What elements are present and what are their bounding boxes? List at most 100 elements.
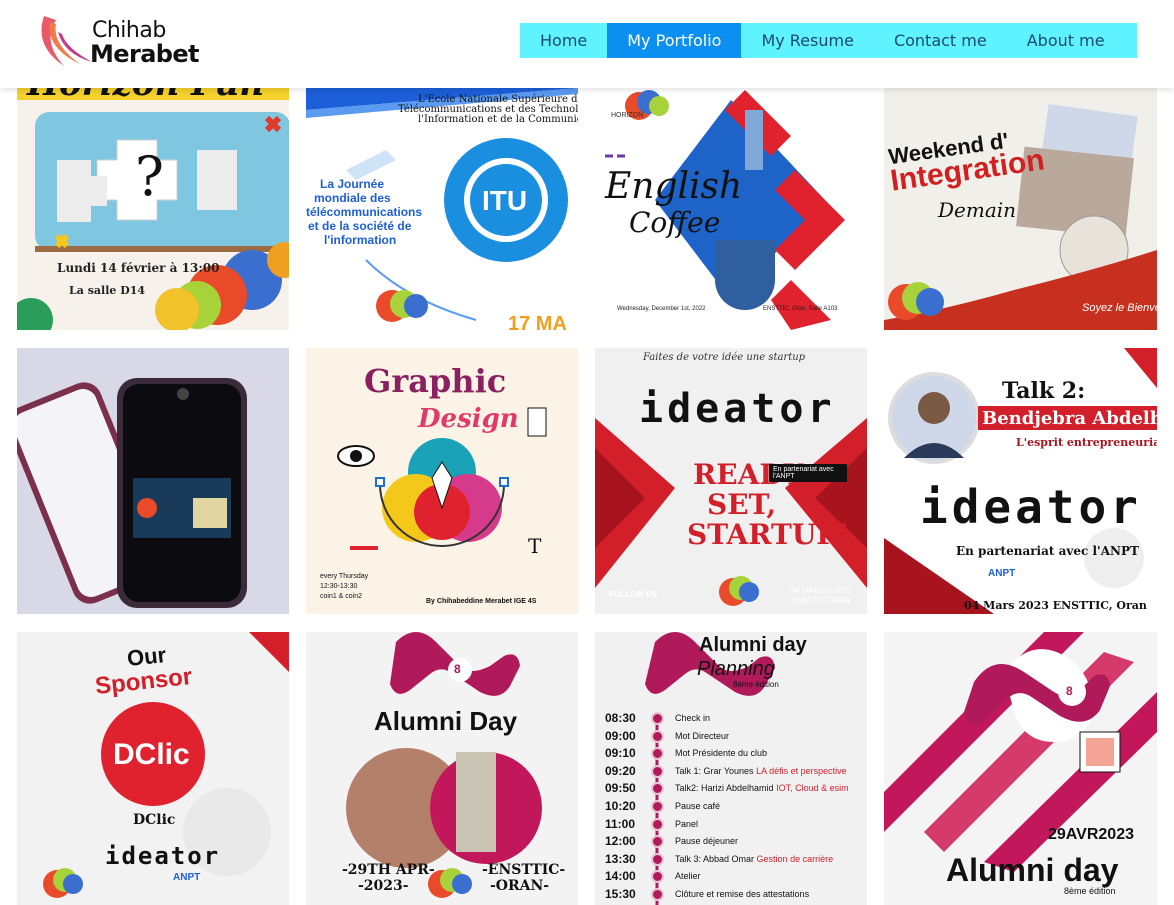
- schedule-text: Pause café: [675, 801, 721, 811]
- schedule-time: 09:10: [605, 746, 636, 761]
- itu-school-line3: l'Information et de la Communication: [418, 114, 578, 125]
- schedule-text: Talk 1: Grar Younes LA défis et perspect…: [675, 765, 847, 776]
- english-coffee-footer-right: ENSTTIC, Oran, Salle A103: [763, 306, 838, 312]
- schedule-text: Talk 3: Abbad Omar Gestion de carrière: [675, 853, 834, 864]
- horizon-fun-date: Lundi 14 février à 13:00: [57, 261, 220, 275]
- ideator-startup-top: Faites de votre idée une startup: [643, 352, 806, 363]
- schedule-time: 10:20: [605, 799, 636, 813]
- talk2-partner: En partenariat avec l'ANPT: [956, 544, 1139, 558]
- alumni-day-place-1: -ENSTTIC-: [482, 862, 566, 878]
- ideator-date: 04 MARCH 2023: [791, 586, 852, 595]
- schedule-time: 15:30: [605, 887, 636, 901]
- schedule-row: 09:10 Mot Présidente du club: [595, 745, 867, 762]
- schedule-highlight: Gestion de carrière: [756, 853, 834, 864]
- ideator-slogan-2: SET,: [707, 488, 777, 521]
- site-logo[interactable]: Chihab Merabet: [36, 12, 206, 72]
- site-header: Chihab Merabet Home My Portfolio My Resu…: [0, 0, 1174, 88]
- portfolio-item-horizon-fun[interactable]: ? Horizon Fun Lundi 14 février à 13:00 L…: [17, 70, 289, 330]
- schedule-row: 15:30 Clôture et remise des attestations: [595, 886, 867, 903]
- schedule-row: 13:30 Talk 3: Abbad Omar Gestion de carri…: [595, 851, 867, 868]
- alumni-day-date-1: -29TH APR-: [342, 862, 435, 878]
- nav-home[interactable]: Home: [520, 23, 607, 58]
- portfolio-gallery: ? Horizon Fun Lundi 14 février à 13:00 L…: [0, 0, 1174, 905]
- portfolio-item-ideator-startup[interactable]: Faites de votre idée une startup ideator…: [595, 348, 867, 614]
- schedule-text: Atelier: [675, 871, 701, 882]
- schedule-dot-icon: [651, 800, 664, 813]
- schedule-row: 12:00 Pause déjeuner: [595, 833, 867, 850]
- weekend-sign: Soyez le Bienvenu: [1082, 302, 1157, 314]
- talk2-anpt: ANPT: [988, 568, 1016, 579]
- alumni-date-date: 29AVR2023: [1048, 826, 1134, 843]
- portfolio-item-sponsor[interactable]: Our Sponsor DClic DClic ideator ANPT: [17, 632, 289, 905]
- weekend-integration-artwork: [884, 70, 1157, 330]
- sponsor-anpt: ANPT: [173, 872, 201, 883]
- nav-about-me[interactable]: About me: [1007, 23, 1125, 58]
- nav-my-resume[interactable]: My Resume: [741, 23, 874, 58]
- schedule-time: 13:30: [605, 851, 636, 866]
- graphic-design-info-1: every Thursday: [320, 573, 369, 580]
- schedule-time: 09:20: [605, 763, 636, 778]
- schedule-text: Mot Directeur: [675, 730, 730, 741]
- schedule-text: Panel: [675, 818, 699, 829]
- portfolio-item-english-coffee[interactable]: HORIZON English Coffee Wednesday, Decemb…: [595, 70, 867, 330]
- schedule-row: 10:20 Pause café: [595, 798, 867, 815]
- portfolio-item-phone-mockup[interactable]: [17, 348, 289, 614]
- graphic-design-letter: T: [528, 534, 542, 558]
- portfolio-item-alumni-day[interactable]: 8 Alumni Day -29TH APR- -2023- -ENSTTIC-…: [306, 632, 578, 905]
- schedule-text: Mot Présidente du club: [675, 748, 768, 759]
- schedule-dot-icon: [651, 729, 664, 743]
- schedule-text: Check in: [675, 713, 711, 723]
- phone-mockup-artwork: [17, 378, 247, 608]
- portfolio-item-itu-day[interactable]: ITU L'Ecole Nationale Supérieure des Tél…: [306, 70, 578, 330]
- schedule-row: 09:00 Mot Directeur: [595, 728, 867, 745]
- talk2-footer: 04 Mars 2023 ENSTTIC, Oran: [964, 599, 1147, 612]
- sponsor-brand: ideator: [105, 842, 221, 870]
- schedule-time: 09:50: [605, 781, 636, 796]
- portfolio-item-weekend-integration[interactable]: Weekend d' Integration Demain Soyez le B…: [884, 70, 1157, 330]
- itu-title-5: l'information: [324, 233, 397, 247]
- alumni-date-title: Alumni day: [946, 852, 1119, 888]
- itu-date: 17 MA: [508, 313, 567, 330]
- schedule-time: 08:30: [605, 711, 636, 725]
- planning-edition: 8ème édition: [733, 680, 779, 689]
- portfolio-item-ideator-talk2[interactable]: Talk 2: Bendjebra Abdelhak L'esprit entr…: [884, 348, 1157, 614]
- nav-contact-me[interactable]: Contact me: [874, 23, 1007, 58]
- itu-title-1: La Journée: [320, 177, 385, 191]
- ideator-follow: FOLLOW US: [609, 590, 657, 599]
- schedule-row: 14:00 Atelier: [595, 868, 867, 885]
- schedule-dot-icon: [651, 747, 664, 761]
- alumni-day-badge: 8: [454, 662, 461, 676]
- schedule-row: 08:30 Check in: [595, 710, 867, 727]
- schedule-dot-icon: [651, 888, 664, 901]
- itu-title-3: télécommunications: [306, 205, 423, 219]
- planning-title-2: Planning: [697, 658, 775, 680]
- schedule-dot-icon: [651, 817, 664, 831]
- svg-text:?: ?: [135, 145, 164, 208]
- schedule-dot-icon: [651, 852, 664, 866]
- schedule-text: Pause déjeuner: [675, 836, 739, 847]
- logo-line-2: Merabet: [90, 40, 200, 68]
- schedule-text: Talk2: Harizi Abdelhamid IOT, Cloud & es…: [675, 783, 849, 794]
- nav-my-portfolio[interactable]: My Portfolio: [607, 23, 742, 58]
- english-coffee-footer-left: Wednesday, December 1st, 2022: [617, 306, 706, 312]
- planning-title-1: Alumni day: [699, 634, 807, 656]
- schedule-dot-icon: [651, 764, 664, 778]
- sponsor-logo: DClic: [113, 738, 190, 771]
- graphic-design-info-3: coin1 & coin2: [320, 593, 363, 600]
- ideator-place: ENSTTIC ORAN: [791, 596, 851, 605]
- schedule-dot-icon: [651, 712, 664, 725]
- portfolio-item-graphic-design[interactable]: Graphic Design T every Thursday 12:30-13…: [306, 348, 578, 614]
- schedule-highlight: IOT, Cloud & esim: [776, 783, 849, 794]
- portfolio-item-alumni-day-date[interactable]: 8 29AVR2023 Alumni day 8ème édition: [884, 632, 1157, 905]
- english-coffee-title-2: Coffee: [629, 206, 721, 239]
- horizon-fun-room: La salle D14: [69, 284, 146, 297]
- schedule-time: 11:00: [605, 816, 636, 831]
- schedule-highlight: LA défis et perspective: [756, 765, 847, 776]
- graphic-design-info-2: 12:30-13:30: [320, 583, 358, 590]
- ideator-startup-brand: ideator: [639, 386, 836, 432]
- svg-text:ITU: ITU: [482, 185, 527, 216]
- portfolio-item-alumni-planning[interactable]: Alumni day Planning 8ème édition 08:30 Ch…: [595, 632, 867, 905]
- main-nav: Home My Portfolio My Resume Contact me A…: [520, 23, 1137, 58]
- schedule-text: Clôture et remise des attestations: [675, 889, 810, 899]
- graphic-design-credit: By Chihabeddine Merabet IGE 4S: [426, 598, 537, 605]
